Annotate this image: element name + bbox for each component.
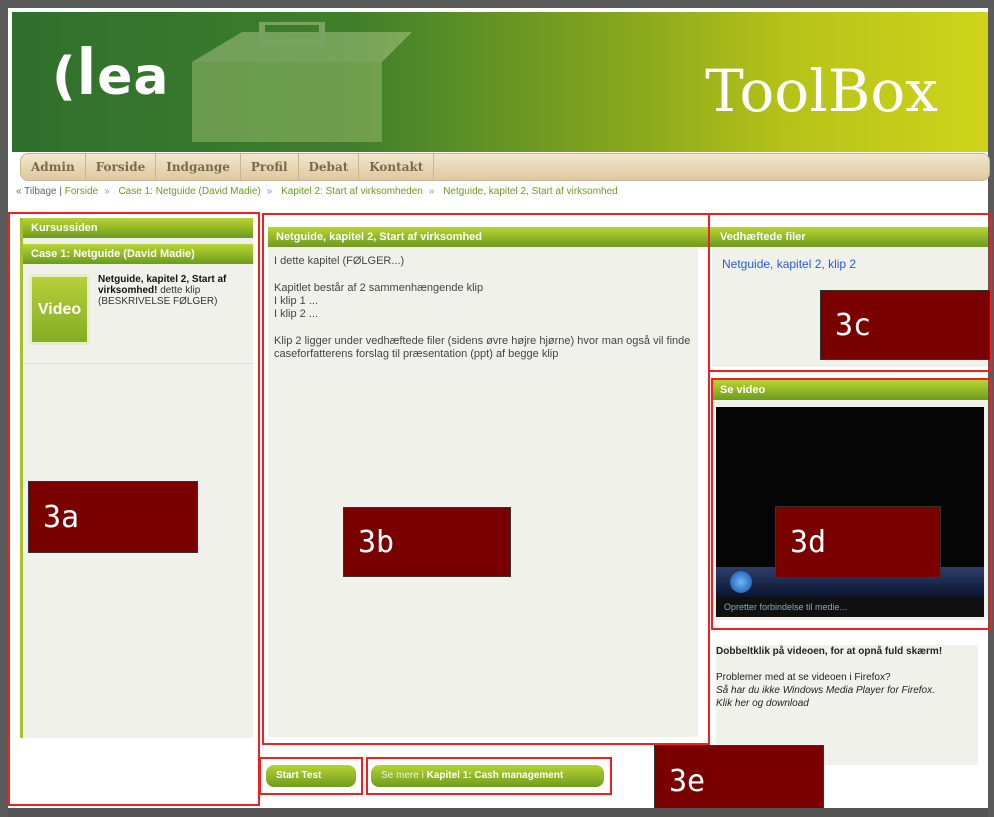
player-status: Opretter forbindelse til medie... — [716, 597, 984, 617]
content-para: Klip 2 ligger under vedhæftede filer (si… — [274, 335, 691, 360]
content-body: I dette kapitel (FØLGER...) Kapitlet bes… — [268, 247, 698, 383]
annotation-label-3a: 3a — [28, 481, 198, 553]
breadcrumb-item[interactable]: Netguide, kapitel 2, Start af virksomhed — [443, 186, 618, 197]
content-para: Kapitlet består af 2 sammenhængende klip… — [274, 282, 692, 321]
annotation-label-3e: 3e — [654, 745, 824, 817]
site-header: (ꟾea ToolBox — [12, 12, 988, 152]
divider — [23, 363, 253, 364]
footer-bar — [8, 808, 988, 817]
video-thumbnail[interactable]: Video — [29, 274, 90, 345]
course-sidebar: Kursussiden Case 1: Netguide (David Madi… — [20, 218, 253, 738]
content-title: Netguide, kapitel 2, Start af virksomhed — [268, 227, 714, 247]
note-line: Så har du ikke Windows Media Player for … — [716, 685, 935, 696]
content-para: I dette kapitel (FØLGER...) — [274, 255, 405, 267]
nav-item-admin[interactable]: Admin — [21, 154, 86, 180]
nav-item-forside[interactable]: Forside — [86, 154, 157, 180]
see-more-prefix: Se mere i — [381, 770, 427, 781]
attachments-title: Vedhæftede filer — [712, 227, 988, 247]
sidebar-title: Kursussiden — [23, 218, 253, 238]
breadcrumb-item[interactable]: Forside — [65, 186, 98, 197]
back-link[interactable]: « Tilbage | — [16, 186, 62, 197]
note-line: Problemer med at se videoen i Firefox? — [716, 672, 891, 683]
breadcrumb-item[interactable]: Kapitel 2: Start af virksomheden — [281, 186, 423, 197]
video-list-item[interactable]: Video Netguide, kapitel 2, Start af virk… — [29, 274, 253, 345]
main-content: Netguide, kapitel 2, Start af virksomhed… — [268, 227, 714, 737]
video-description: Netguide, kapitel 2, Start af virksomhed… — [98, 274, 248, 345]
see-more-button[interactable]: Se mere i Kapitel 1: Cash management — [371, 765, 604, 787]
video-panel-title: Se video — [712, 380, 988, 400]
play-icon[interactable] — [730, 571, 752, 593]
start-test-button[interactable]: Start Test — [266, 765, 356, 787]
download-link[interactable]: Klik her og download — [716, 697, 978, 710]
breadcrumb: « Tilbage | Forside» Case 1: Netguide (D… — [16, 186, 618, 197]
content-line: Kapitlet består af 2 sammenhængende klip — [274, 282, 484, 294]
content-line: I klip 2 ... — [274, 308, 319, 320]
nav-item-debat[interactable]: Debat — [299, 154, 360, 180]
main-nav: Admin Forside Indgange Profil Debat Kontakt — [20, 153, 990, 181]
video-panel: Se video Opretter forbindelse til medie.… — [712, 380, 988, 620]
annotation-label-3c: 3c — [820, 290, 990, 360]
nav-item-indgange[interactable]: Indgange — [156, 154, 241, 180]
breadcrumb-item[interactable]: Case 1: Netguide (David Madie) — [118, 186, 260, 197]
content-line: I klip 1 ... — [274, 295, 319, 307]
nav-item-kontakt[interactable]: Kontakt — [359, 154, 435, 180]
annotation-label-3b: 3b — [343, 507, 511, 577]
brand-title: ToolBox — [705, 57, 938, 125]
site-logo[interactable]: (ꟾea — [52, 47, 169, 107]
case-heading[interactable]: Case 1: Netguide (David Madie) — [23, 244, 253, 264]
see-more-chapter: Kapitel 1: Cash management — [426, 770, 564, 781]
note-bold: Dobbeltklik på videoen, for at opnå fuld… — [716, 646, 943, 657]
nav-item-profil[interactable]: Profil — [241, 154, 299, 180]
toolbox-illustration — [192, 22, 412, 142]
annotation-label-3d: 3d — [775, 506, 941, 578]
attachment-link[interactable]: Netguide, kapitel 2, klip 2 — [722, 257, 978, 271]
